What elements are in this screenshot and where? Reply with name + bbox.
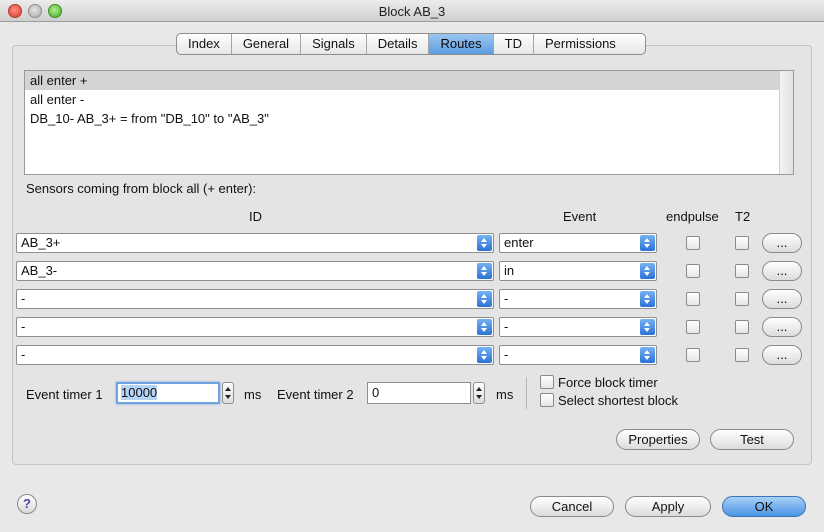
sensor-event-combo[interactable]: enter: [499, 233, 657, 253]
sensor-event-combo[interactable]: -: [499, 317, 657, 337]
dropdown-arrow-icon[interactable]: [640, 347, 655, 363]
event-column-header: Event: [563, 209, 597, 224]
tab-signals[interactable]: Signals: [301, 34, 367, 54]
dropdown-arrow-icon[interactable]: [640, 319, 655, 335]
select-shortest-block-label: Select shortest block: [558, 393, 678, 408]
tab-general[interactable]: General: [232, 34, 302, 54]
sensor-event-value: -: [504, 291, 509, 306]
event-timer-1-input[interactable]: 10000: [116, 382, 220, 404]
title-bar: Block AB_3: [0, 0, 824, 22]
t2-checkbox[interactable]: [735, 292, 749, 306]
event-timer-1-value: 10000: [121, 385, 158, 400]
window-title: Block AB_3: [378, 4, 446, 19]
tab-details[interactable]: Details: [367, 34, 430, 54]
t2-checkbox[interactable]: [735, 264, 749, 278]
sensor-options-button[interactable]: ...: [762, 261, 802, 281]
sensor-id-combo[interactable]: -: [16, 345, 494, 365]
event-timer-2-stepper[interactable]: [473, 382, 485, 404]
sensor-id-value: AB_3-: [21, 263, 58, 278]
tab-permissions[interactable]: Permissions: [534, 34, 627, 54]
timer-options-divider: [526, 377, 527, 409]
event-timer-2-unit: ms: [496, 387, 514, 402]
dropdown-arrow-icon[interactable]: [477, 319, 492, 335]
route-list-scrollbar[interactable]: [779, 71, 793, 174]
endpulse-checkbox[interactable]: [686, 264, 700, 278]
sensor-event-combo[interactable]: in: [499, 261, 657, 281]
sensor-options-button[interactable]: ...: [762, 289, 802, 309]
dropdown-arrow-icon[interactable]: [477, 263, 492, 279]
force-block-timer-checkbox[interactable]: [540, 375, 554, 389]
event-timer-1-unit: ms: [244, 387, 262, 402]
properties-button[interactable]: Properties: [616, 429, 700, 450]
tab-bar: Index General Signals Details Routes TD …: [176, 33, 646, 55]
dropdown-arrow-icon[interactable]: [640, 291, 655, 307]
sensor-options-button[interactable]: ...: [762, 233, 802, 253]
sensor-id-value: -: [21, 291, 26, 306]
sensor-id-value: -: [21, 319, 26, 334]
sensor-event-value: in: [504, 263, 515, 278]
sensor-id-combo[interactable]: -: [16, 317, 494, 337]
sensor-id-value: -: [21, 347, 26, 362]
sensor-event-value: enter: [504, 235, 534, 250]
route-list[interactable]: all enter + all enter - DB_10- AB_3+ = f…: [24, 70, 794, 175]
sensor-id-combo[interactable]: AB_3+: [16, 233, 494, 253]
tab-routes[interactable]: Routes: [429, 34, 494, 54]
t2-column-header: T2: [735, 209, 751, 224]
dropdown-arrow-icon[interactable]: [640, 263, 655, 279]
sensor-id-combo[interactable]: AB_3-: [16, 261, 494, 281]
select-shortest-block-checkbox[interactable]: [540, 393, 554, 407]
event-timer-1-label: Event timer 1: [26, 387, 103, 402]
sensor-event-value: -: [504, 319, 509, 334]
sensors-label: Sensors coming from block all (+ enter):: [26, 181, 257, 196]
t2-checkbox[interactable]: [735, 320, 749, 334]
force-block-timer-label: Force block timer: [558, 375, 658, 390]
test-button[interactable]: Test: [710, 429, 794, 450]
t2-checkbox[interactable]: [735, 236, 749, 250]
sensor-id-combo[interactable]: -: [16, 289, 494, 309]
sensor-event-combo[interactable]: -: [499, 345, 657, 365]
endpulse-checkbox[interactable]: [686, 236, 700, 250]
dropdown-arrow-icon[interactable]: [477, 291, 492, 307]
endpulse-checkbox[interactable]: [686, 320, 700, 334]
sensor-options-button[interactable]: ...: [762, 345, 802, 365]
sensor-event-value: -: [504, 347, 509, 362]
tab-td[interactable]: TD: [494, 34, 534, 54]
endpulse-column-header: endpulse: [666, 209, 719, 224]
ok-button[interactable]: OK: [722, 496, 806, 517]
help-button[interactable]: ?: [17, 494, 37, 514]
apply-button[interactable]: Apply: [625, 496, 711, 517]
sensor-event-combo[interactable]: -: [499, 289, 657, 309]
route-item[interactable]: DB_10- AB_3+ = from "DB_10" to "AB_3": [25, 109, 793, 128]
endpulse-checkbox[interactable]: [686, 348, 700, 362]
event-timer-1-stepper[interactable]: [222, 382, 234, 404]
route-item[interactable]: all enter +: [25, 71, 793, 90]
event-timer-2-input[interactable]: 0: [367, 382, 471, 404]
sensor-id-value: AB_3+: [21, 235, 61, 250]
dropdown-arrow-icon[interactable]: [477, 235, 492, 251]
t2-checkbox[interactable]: [735, 348, 749, 362]
tab-index[interactable]: Index: [177, 34, 232, 54]
dropdown-arrow-icon[interactable]: [640, 235, 655, 251]
id-column-header: ID: [249, 209, 262, 224]
sensor-options-button[interactable]: ...: [762, 317, 802, 337]
event-timer-2-label: Event timer 2: [277, 387, 354, 402]
cancel-button[interactable]: Cancel: [530, 496, 614, 517]
route-item[interactable]: all enter -: [25, 90, 793, 109]
endpulse-checkbox[interactable]: [686, 292, 700, 306]
dropdown-arrow-icon[interactable]: [477, 347, 492, 363]
event-timer-2-value: 0: [372, 385, 380, 400]
